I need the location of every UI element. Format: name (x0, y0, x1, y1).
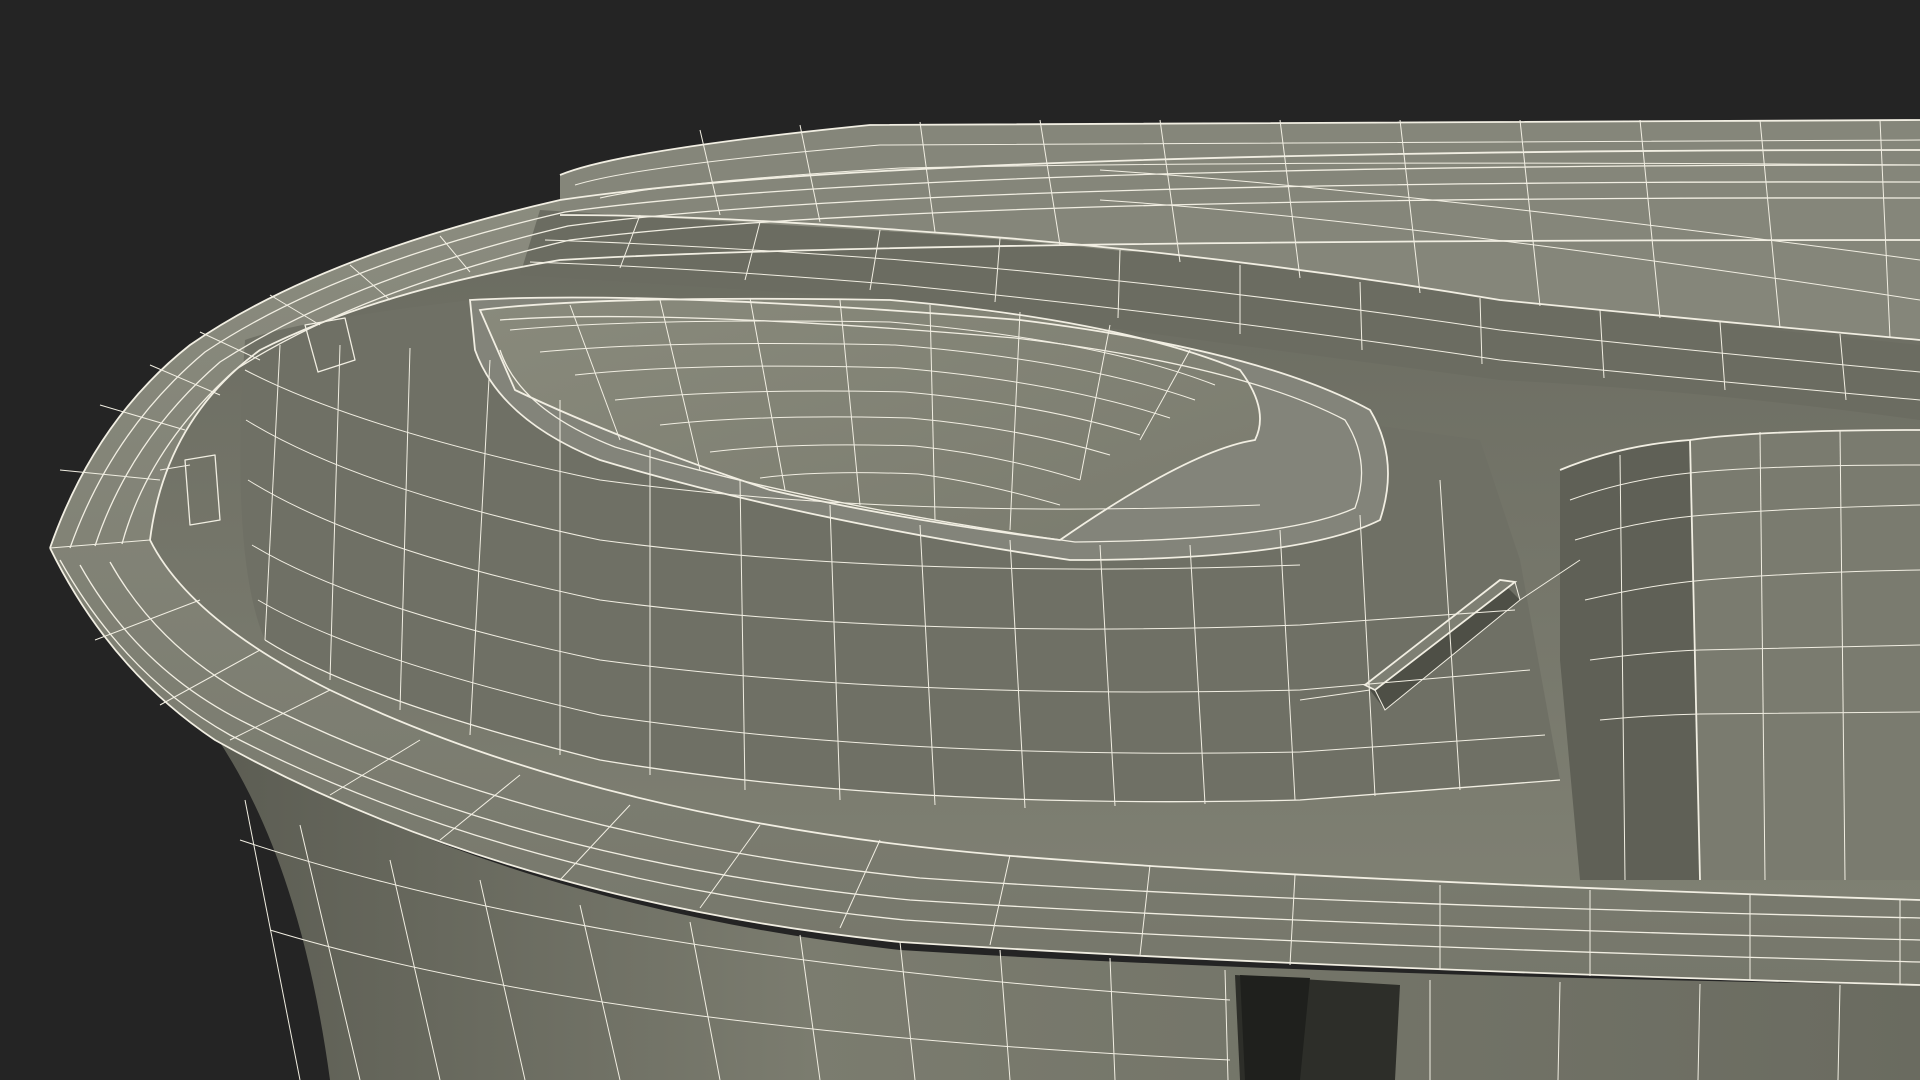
wireframe-model (49, 119, 1920, 1080)
right-basin-wall (1560, 440, 1700, 880)
foot-notch-side (1240, 975, 1310, 1080)
right-basin (1690, 430, 1920, 880)
render-viewport (0, 0, 1920, 1080)
